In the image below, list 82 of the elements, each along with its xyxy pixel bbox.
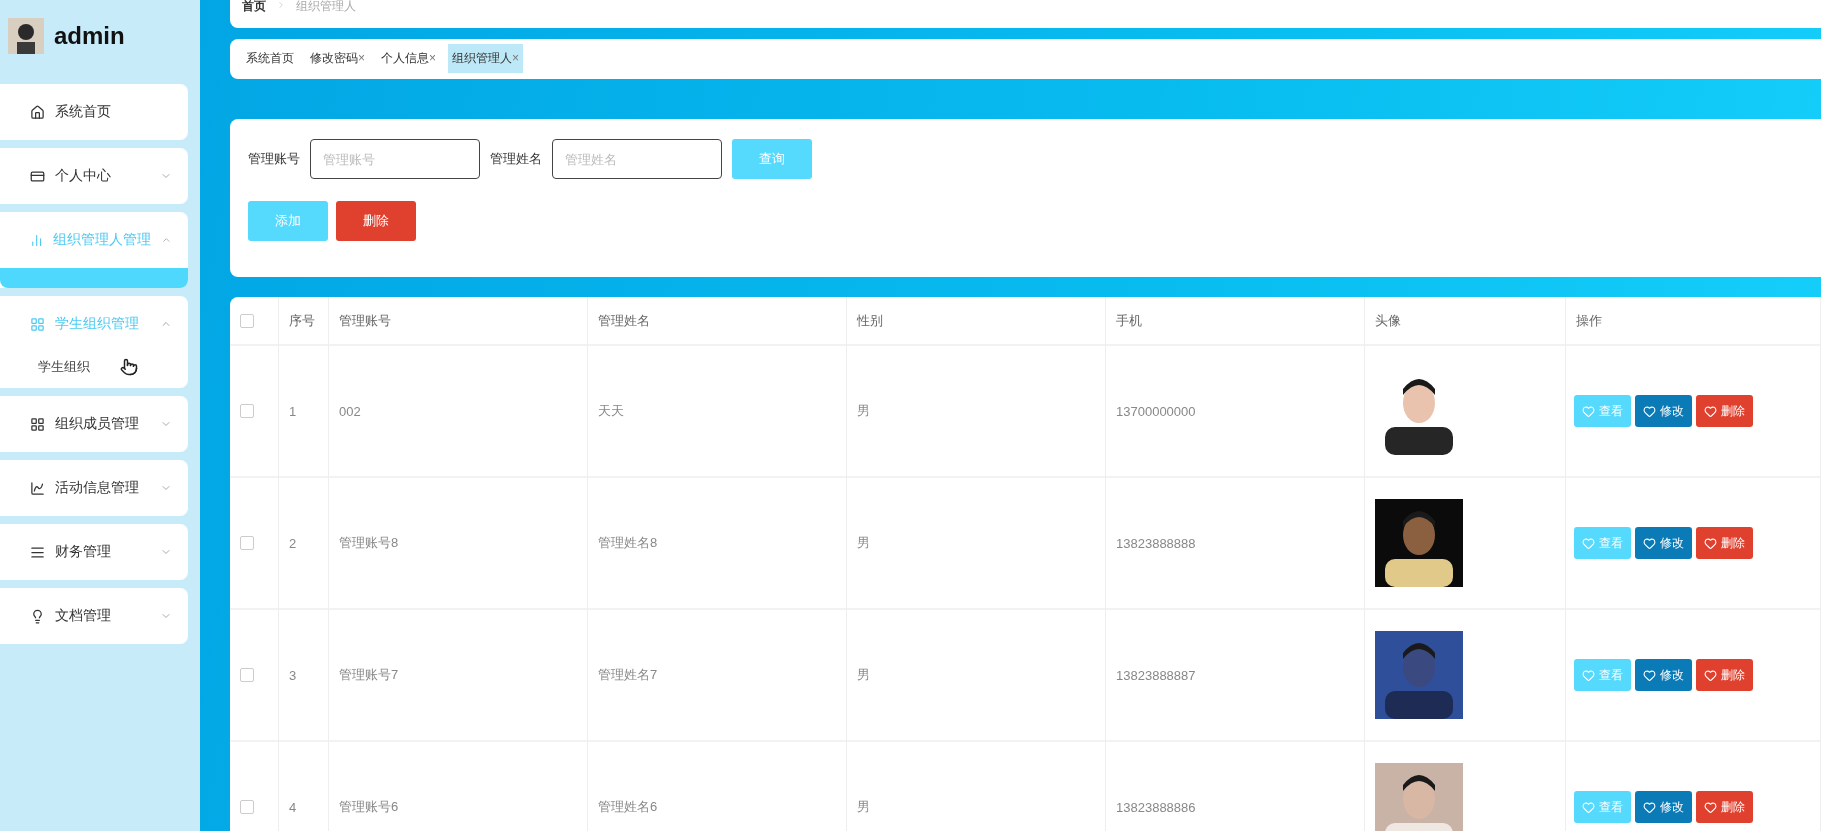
field-label: 管理姓名 [490, 150, 542, 168]
table-cell: 管理账号8 [339, 534, 399, 552]
avatar-icon [8, 18, 44, 54]
list-icon [30, 544, 45, 560]
heart-icon [1643, 536, 1656, 550]
edit-button[interactable]: 修改 [1635, 527, 1692, 559]
menu-item[interactable]: 活动信息管理 [0, 460, 188, 516]
column-header: 管理账号 [339, 311, 391, 330]
column-header: 序号 [289, 311, 315, 330]
row-checkbox[interactable] [240, 668, 254, 682]
line-chart-icon [30, 480, 45, 496]
table-cell: 男 [857, 402, 870, 420]
table-cell: 13823888888 [1116, 535, 1196, 551]
table-cell: 1 [289, 403, 297, 419]
edit-button[interactable]: 修改 [1635, 395, 1692, 427]
heart-icon [1582, 536, 1595, 550]
table-cell: 13700000000 [1116, 403, 1196, 419]
breadcrumb-item: 组织管理人 [296, 0, 356, 12]
delete-button[interactable]: 删除 [336, 201, 416, 241]
table-cell: 13823888886 [1116, 799, 1196, 815]
table-cell: 天天 [598, 402, 624, 420]
column-header: 性别 [857, 311, 883, 330]
heart-icon [1704, 800, 1717, 814]
heart-icon [1704, 536, 1717, 550]
breadcrumb-item[interactable]: 首页 [242, 0, 266, 12]
table-cell: 男 [857, 798, 870, 816]
edit-button[interactable]: 修改 [1635, 791, 1692, 823]
search-field[interactable]: 管理姓名 [552, 139, 722, 179]
select-all-checkbox[interactable] [240, 313, 254, 328]
row-checkbox[interactable] [240, 800, 254, 814]
delete-button[interactable]: 删除 [1696, 395, 1753, 427]
table-cell: 管理账号6 [339, 798, 399, 816]
menu-item[interactable]: 个人中心 [0, 148, 188, 204]
menu-item[interactable]: 文档管理 [0, 588, 188, 644]
heart-icon [1582, 668, 1595, 682]
table-cell: 002 [339, 403, 361, 419]
tab[interactable]: 个人信息× [377, 44, 441, 73]
heart-icon [1643, 668, 1656, 682]
bulb-icon [30, 608, 45, 624]
column-header: 手机 [1116, 311, 1142, 330]
menu-item[interactable]: 组织成员管理 [0, 396, 188, 452]
table-cell: 管理姓名7 [598, 666, 658, 684]
user-name: admin [54, 22, 125, 50]
bar-chart-icon [30, 232, 44, 248]
card-icon [30, 168, 45, 184]
table-cell: 管理姓名8 [598, 534, 658, 552]
heart-icon [1643, 404, 1656, 418]
column-header: 管理姓名 [598, 311, 650, 330]
column-header: 操作 [1576, 311, 1602, 330]
tab[interactable]: 系统首页 [242, 44, 298, 73]
delete-button[interactable]: 删除 [1696, 659, 1753, 691]
heart-icon [1643, 800, 1656, 814]
row-checkbox[interactable] [240, 404, 254, 418]
heart-icon [1582, 800, 1595, 814]
home-icon [30, 104, 45, 120]
menu-item[interactable]: 财务管理 [0, 524, 188, 580]
tab[interactable]: 组织管理人× [448, 44, 524, 73]
grid-icon [30, 416, 45, 432]
grid-icon [30, 316, 45, 332]
submenu-item[interactable]: 学生组织 [38, 358, 90, 376]
table-cell: 管理姓名6 [598, 798, 658, 816]
row-checkbox[interactable] [240, 536, 254, 550]
table-cell: 管理账号7 [339, 666, 399, 684]
heart-icon [1704, 668, 1717, 682]
table-cell: 3 [289, 667, 297, 683]
search-field[interactable]: 管理账号 [310, 139, 480, 179]
field-label: 管理账号 [248, 150, 300, 168]
hand-cursor-icon [120, 358, 138, 376]
delete-button[interactable]: 删除 [1696, 791, 1753, 823]
table-cell: 男 [857, 534, 870, 552]
heart-icon [1582, 404, 1595, 418]
heart-icon [1704, 404, 1717, 418]
table-cell: 男 [857, 666, 870, 684]
table-cell: 2 [289, 535, 297, 551]
edit-button[interactable]: 修改 [1635, 659, 1692, 691]
table-cell: 4 [289, 799, 297, 815]
menu-item[interactable]: 系统首页 [0, 84, 188, 140]
tab[interactable]: 修改密码× [306, 44, 369, 73]
separator-icon [276, 0, 286, 10]
table-cell: 13823888887 [1116, 667, 1196, 683]
delete-button[interactable]: 删除 [1696, 527, 1753, 559]
column-header: 头像 [1375, 311, 1401, 330]
